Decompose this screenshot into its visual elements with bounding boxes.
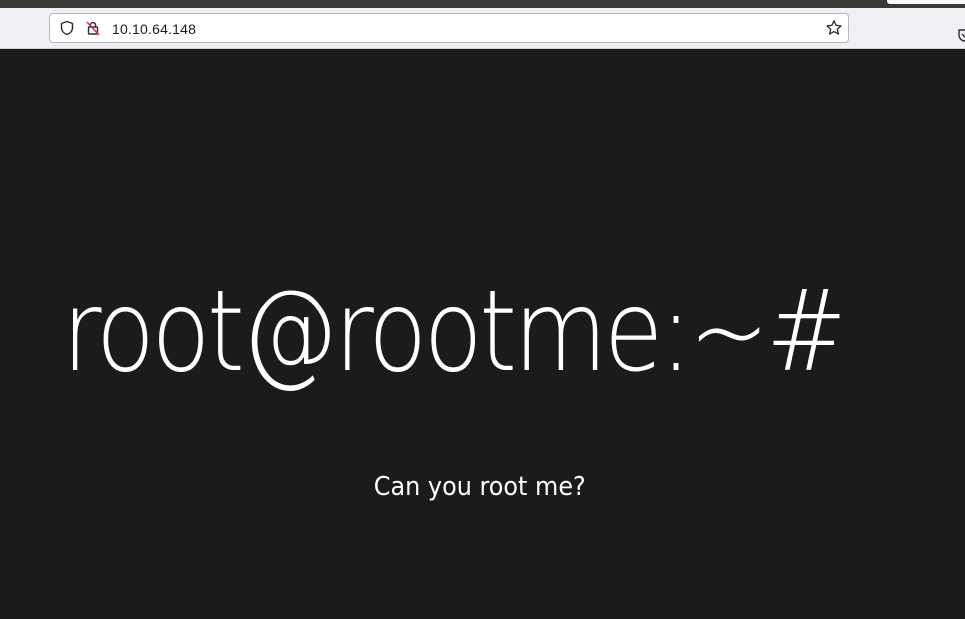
browser-tab[interactable] [887, 0, 965, 4]
browser-toolbar: 10.10.64.148 [0, 8, 965, 49]
url-bar[interactable]: 10.10.64.148 [49, 13, 849, 43]
page-subtitle: Can you root me? [373, 472, 586, 502]
url-text[interactable]: 10.10.64.148 [112, 21, 196, 37]
browser-tab-strip [0, 0, 965, 8]
shield-icon[interactable] [59, 20, 75, 36]
page-heading: root@rootme:~# [62, 267, 847, 397]
insecure-lock-icon[interactable] [85, 20, 101, 36]
page-content: root@rootme:~# Can you root me? [0, 49, 965, 619]
pocket-icon[interactable] [957, 27, 965, 43]
star-icon[interactable] [825, 19, 843, 37]
